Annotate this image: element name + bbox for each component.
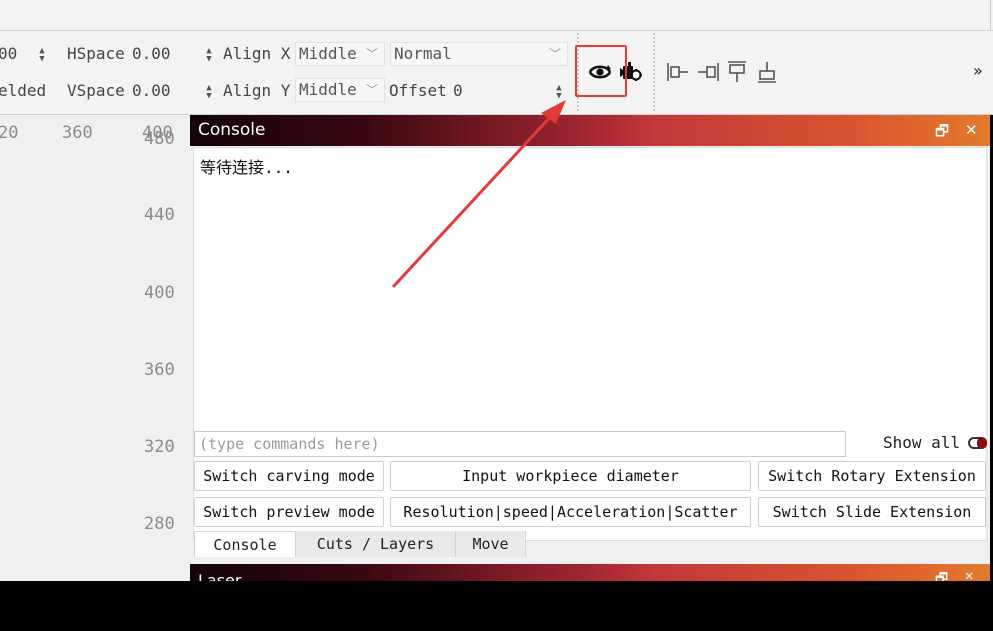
window-edge	[990, 0, 991, 30]
tab-console[interactable]: Console	[194, 531, 296, 557]
toolbar-separator	[653, 33, 655, 111]
align-bottom-icon[interactable]	[756, 60, 778, 84]
switch-carving-mode-button[interactable]: Switch carving mode	[194, 461, 384, 491]
switch-slide-extension-button[interactable]: Switch Slide Extension	[758, 497, 986, 527]
highlight-box	[575, 45, 627, 97]
float-window-icon[interactable]: 🗗	[935, 121, 949, 146]
offset-value[interactable]: 0	[453, 81, 463, 100]
align-y-value: Middle	[299, 80, 357, 99]
align-left-icon[interactable]	[666, 61, 690, 83]
chevron-down-icon: ﹀	[548, 47, 561, 61]
ruler-vertical-label: 360	[144, 360, 175, 380]
spin-arrows-icon[interactable]: ▲ ▼	[203, 84, 215, 102]
hspace-value[interactable]: 0.00	[132, 44, 171, 63]
panel-tabs: Console Cuts / Layers Move	[190, 531, 990, 557]
resolution-speed-button[interactable]: Resolution|speed|Acceleration|Scatter	[390, 497, 751, 527]
align-x-value: Middle	[299, 44, 357, 63]
spin-arrows-icon[interactable]: ▲ ▼	[203, 47, 215, 65]
mode-select[interactable]: Normal ﹀	[390, 42, 568, 66]
align-y-select[interactable]: Middle ﹀	[295, 78, 385, 102]
close-icon[interactable]: ✕	[965, 121, 978, 139]
ruler-vertical-label: 320	[144, 437, 175, 457]
ruler-vertical-label: 440	[144, 205, 175, 225]
tab-move[interactable]: Move	[456, 531, 526, 557]
align-right-icon[interactable]	[696, 61, 720, 83]
more-tools-button[interactable]: »	[973, 61, 983, 80]
vspace-value[interactable]: 0.00	[132, 81, 171, 100]
input-workpiece-diameter-button[interactable]: Input workpiece diameter	[390, 461, 751, 491]
align-y-label: Align Y	[223, 81, 291, 100]
switch-preview-mode-button[interactable]: Switch preview mode	[194, 497, 384, 527]
align-x-label: Align X	[223, 44, 291, 63]
mode-value: Normal	[394, 44, 452, 63]
show-all-toggle[interactable]	[968, 437, 987, 449]
offset-label: Offset	[389, 81, 447, 100]
partial-welded-label: elded	[0, 81, 47, 100]
hspace-label: HSpace	[67, 44, 125, 63]
ruler-top-label: 20	[0, 123, 19, 143]
console-title: Console	[198, 120, 266, 140]
show-all-label: Show all	[883, 433, 961, 452]
spin-arrows-icon[interactable]: ▲ ▼	[553, 84, 565, 102]
arrange-toolbar: 00 ▲ ▼ HSpace 0.00 ▲ ▼ Align X Middle ﹀ No…	[0, 31, 993, 115]
ruler-vertical-label: 480	[144, 129, 175, 149]
ruler-vertical-label: 280	[144, 514, 175, 534]
chevron-down-icon: ﹀	[365, 83, 378, 97]
command-input[interactable]	[194, 431, 846, 457]
canvas-ruler: 20 360 400 480 440 400 360 320 280	[0, 115, 190, 581]
ruler-vertical-label: 400	[144, 283, 175, 303]
partial-value-field[interactable]: 00	[0, 44, 17, 63]
black-bottom-bar	[0, 581, 993, 631]
ruler-top-label: 360	[62, 123, 93, 143]
console-title-bar[interactable]: Console 🗗 ✕	[190, 115, 990, 146]
chevron-down-icon: ﹀	[365, 47, 378, 61]
tab-cuts-layers[interactable]: Cuts / Layers	[296, 531, 456, 557]
switch-rotary-extension-button[interactable]: Switch Rotary Extension	[758, 461, 986, 491]
vspace-label: VSpace	[67, 81, 125, 100]
align-x-select[interactable]: Middle ﹀	[295, 42, 385, 66]
spin-arrows-icon[interactable]: ▲ ▼	[36, 47, 48, 65]
console-panel: Console 🗗 ✕ 等待连接... Show all Switch carv…	[190, 115, 990, 567]
align-top-icon[interactable]	[726, 60, 748, 84]
console-output-text: 等待连接...	[200, 158, 293, 177]
top-strip	[0, 0, 993, 31]
